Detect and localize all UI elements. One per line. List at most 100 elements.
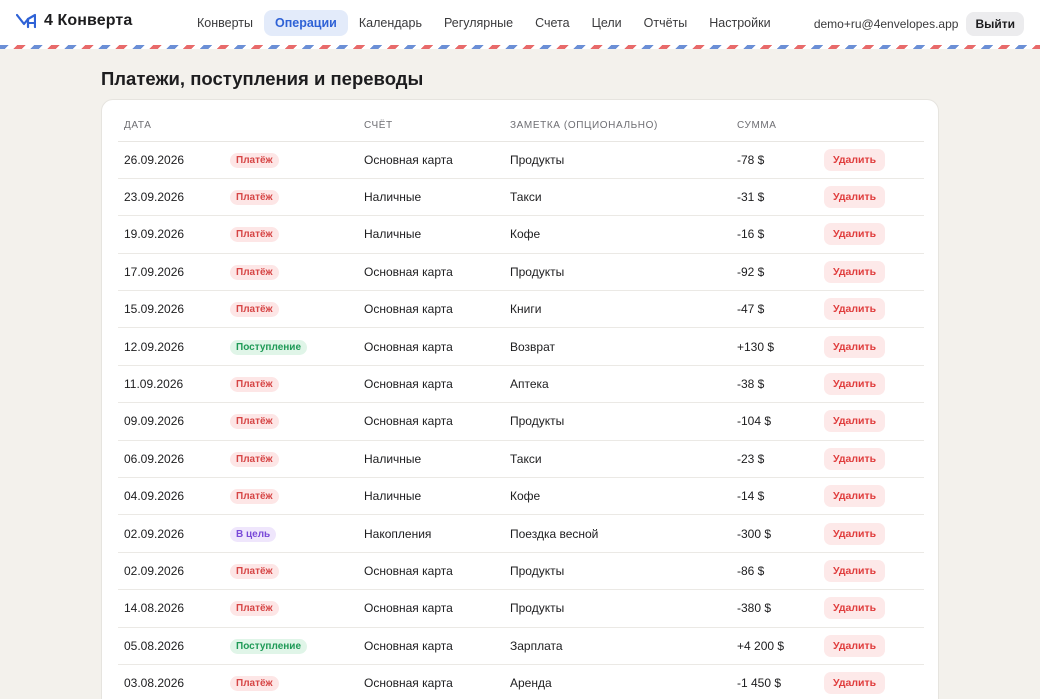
cell-note: Кофе bbox=[504, 477, 731, 516]
cell-type: Платёж bbox=[224, 178, 358, 217]
cell-date: 05.08.2026 bbox=[118, 627, 224, 665]
cell-account: Основная карта bbox=[358, 253, 504, 292]
app-logo[interactable]: 4 Конверта bbox=[16, 12, 132, 30]
cell-account: Наличные bbox=[358, 178, 504, 217]
cell-actions: Удалить bbox=[818, 402, 924, 441]
cell-actions: Удалить bbox=[818, 141, 924, 179]
cell-note: Продукты bbox=[504, 589, 731, 628]
cell-actions: Удалить bbox=[818, 178, 924, 217]
type-badge: Поступление bbox=[230, 339, 308, 355]
cell-amount: +4 200 $ bbox=[731, 627, 818, 665]
delete-button[interactable]: Удалить bbox=[824, 186, 886, 209]
header-date: ДАТА bbox=[118, 110, 224, 142]
delete-button[interactable]: Удалить bbox=[824, 410, 886, 433]
type-badge: Платёж bbox=[230, 601, 279, 617]
table-row: 05.08.2026 Поступление Основная карта Зарпл… bbox=[118, 627, 924, 665]
transactions-table: ДАТА СЧЁТ ЗАМЕТКА (ОПЦИОНАЛЬНО) СУММА 26… bbox=[118, 110, 924, 699]
delete-button[interactable]: Удалить bbox=[824, 522, 886, 545]
cell-actions: Удалить bbox=[818, 327, 924, 366]
cell-type: Платёж bbox=[224, 402, 358, 441]
delete-button[interactable]: Удалить bbox=[824, 672, 886, 695]
cell-actions: Удалить bbox=[818, 664, 924, 699]
cell-account: Основная карта bbox=[358, 290, 504, 329]
delete-button[interactable]: Удалить bbox=[824, 223, 886, 246]
cell-actions: Удалить bbox=[818, 627, 924, 665]
cell-account: Основная карта bbox=[358, 402, 504, 441]
logout-button[interactable]: Выйти bbox=[966, 12, 1024, 36]
nav-item[interactable]: Счета bbox=[524, 10, 580, 36]
cell-actions: Удалить bbox=[818, 589, 924, 628]
cell-type: Платёж bbox=[224, 440, 358, 479]
cell-note: Возврат bbox=[504, 327, 731, 366]
delete-button[interactable]: Удалить bbox=[824, 447, 886, 470]
cell-note: Поездка весной bbox=[504, 514, 731, 553]
delete-button[interactable]: Удалить bbox=[824, 597, 886, 620]
delete-button[interactable]: Удалить bbox=[824, 559, 886, 582]
cell-note: Книги bbox=[504, 290, 731, 329]
cell-actions: Удалить bbox=[818, 253, 924, 292]
delete-button[interactable]: Удалить bbox=[824, 485, 886, 508]
cell-amount: -104 $ bbox=[731, 402, 818, 441]
delete-button[interactable]: Удалить bbox=[824, 634, 886, 657]
cell-amount: +130 $ bbox=[731, 327, 818, 366]
cell-date: 23.09.2026 bbox=[118, 178, 224, 217]
cell-type: Платёж bbox=[224, 253, 358, 292]
nav-item[interactable]: Операции bbox=[263, 10, 348, 36]
cell-note: Зарплата bbox=[504, 627, 731, 665]
cell-note: Аптека bbox=[504, 365, 731, 404]
cell-date: 26.09.2026 bbox=[118, 141, 224, 179]
type-badge: Платёж bbox=[230, 264, 279, 280]
logo-text: 4 Конверта bbox=[44, 12, 133, 29]
delete-button[interactable]: Удалить bbox=[824, 260, 886, 283]
delete-button[interactable]: Удалить bbox=[824, 335, 886, 358]
cell-account: Основная карта bbox=[358, 327, 504, 366]
cell-date: 19.09.2026 bbox=[118, 215, 224, 254]
nav-item[interactable]: Конверты bbox=[186, 10, 264, 36]
cell-account: Основная карта bbox=[358, 365, 504, 404]
table-row: 23.09.2026 Платёж Наличные Такси -31 $ Удалит… bbox=[118, 178, 924, 217]
cell-note: Такси bbox=[504, 440, 731, 479]
cell-amount: -1 450 $ bbox=[731, 664, 818, 699]
nav-item[interactable]: Настройки bbox=[698, 10, 781, 36]
table-body: 26.09.2026 Платёж Основная карта Продукты -7… bbox=[118, 141, 924, 699]
cell-actions: Удалить bbox=[818, 440, 924, 479]
cell-note: Продукты bbox=[504, 141, 731, 179]
page-title: Платежи, поступления и переводы bbox=[101, 68, 424, 89]
cell-type: Поступление bbox=[224, 627, 358, 665]
nav-item[interactable]: Отчёты bbox=[633, 10, 699, 36]
cell-note: Продукты bbox=[504, 402, 731, 441]
table-row: 15.09.2026 Платёж Основная карта Книги -47 $… bbox=[118, 290, 924, 329]
type-badge: Платёж bbox=[230, 377, 279, 393]
nav-item[interactable]: Календарь bbox=[348, 10, 433, 36]
delete-button[interactable]: Удалить bbox=[824, 298, 886, 321]
delete-button[interactable]: Удалить bbox=[824, 373, 886, 396]
cell-amount: -38 $ bbox=[731, 365, 818, 404]
type-badge: Платёж bbox=[230, 227, 279, 243]
cell-actions: Удалить bbox=[818, 514, 924, 553]
cell-amount: -300 $ bbox=[731, 514, 818, 553]
user-area: demo+ru@4envelopes.app Выйти bbox=[814, 12, 1024, 36]
cell-type: В цель bbox=[224, 514, 358, 553]
table-row: 11.09.2026 Платёж Основная карта Аптека -38 … bbox=[118, 365, 924, 404]
cell-amount: -16 $ bbox=[731, 215, 818, 254]
cell-amount: -86 $ bbox=[731, 552, 818, 591]
type-badge: Платёж bbox=[230, 563, 279, 579]
cell-date: 02.09.2026 bbox=[118, 552, 224, 591]
table-row: 02.09.2026 Платёж Основная карта Продукты -8… bbox=[118, 552, 924, 591]
delete-button[interactable]: Удалить bbox=[824, 148, 886, 171]
cell-actions: Удалить bbox=[818, 215, 924, 254]
cell-date: 02.09.2026 bbox=[118, 514, 224, 553]
cell-type: Платёж bbox=[224, 141, 358, 179]
type-badge: Платёж bbox=[230, 302, 279, 318]
cell-actions: Удалить bbox=[818, 552, 924, 591]
table-row: 19.09.2026 Платёж Наличные Кофе -16 $ Удалить bbox=[118, 215, 924, 254]
table-row: 26.09.2026 Платёж Основная карта Продукты -7… bbox=[118, 141, 924, 179]
type-badge: В цель bbox=[230, 526, 277, 542]
nav-item[interactable]: Цели bbox=[581, 10, 633, 36]
table-row: 06.09.2026 Платёж Наличные Такси -23 $ Удалит… bbox=[118, 440, 924, 479]
type-badge: Платёж bbox=[230, 414, 279, 430]
cell-account: Основная карта bbox=[358, 552, 504, 591]
cell-account: Наличные bbox=[358, 440, 504, 479]
nav-item[interactable]: Регулярные bbox=[433, 10, 524, 36]
cell-date: 17.09.2026 bbox=[118, 253, 224, 292]
